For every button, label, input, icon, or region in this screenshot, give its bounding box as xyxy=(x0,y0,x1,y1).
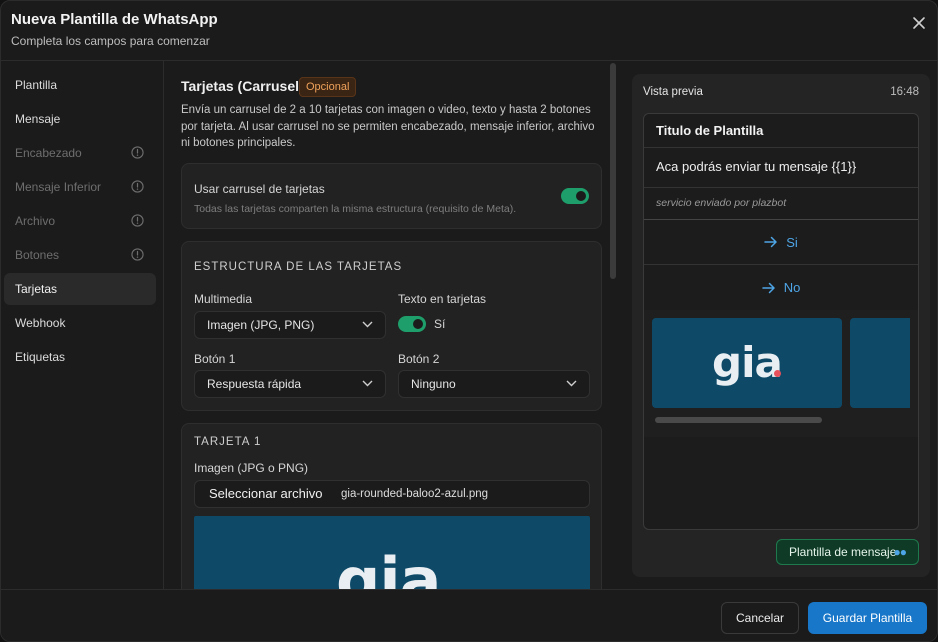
sidebar-item-encabezado[interactable]: Encabezado xyxy=(4,137,156,169)
sidebar-item-archivo[interactable]: Archivo xyxy=(4,205,156,237)
sidebar-item-mensaje-inferior[interactable]: Mensaje Inferior xyxy=(4,171,156,203)
close-icon xyxy=(913,17,925,29)
main-scrollbar[interactable] xyxy=(610,63,616,279)
text-cards-value: Sí xyxy=(434,317,446,331)
media-label: Multimedia xyxy=(194,292,253,306)
preview-carousel-card: gia xyxy=(652,318,842,408)
sidebar-item-label: Archivo xyxy=(15,214,56,228)
button1-select[interactable]: Respuesta rápida xyxy=(194,370,386,398)
warning-icon xyxy=(131,180,144,193)
preview-carousel-scrollbar[interactable] xyxy=(655,417,822,423)
template-modal: Nueva Plantilla de WhatsApp Completa los… xyxy=(0,0,938,642)
sidebar-item-label: Etiquetas xyxy=(15,350,66,364)
warning-icon xyxy=(131,248,144,261)
selected-file-name: gia-rounded-baloo2-azul.png xyxy=(341,488,489,500)
carousel-toggle-card: Usar carrusel de tarjetas Todas las tarj… xyxy=(181,163,602,229)
card1-heading: TARJETA 1 xyxy=(194,436,262,448)
dots-icon: ●● xyxy=(893,545,907,559)
preview-footer: servicio enviado por plazbot xyxy=(656,197,787,209)
preview-template-title-row: Titulo de Plantilla xyxy=(644,114,918,148)
modal-footer: Cancelar Guardar Plantilla xyxy=(1,589,937,641)
arrow-right-icon xyxy=(764,236,777,248)
sidebar-item-tarjetas[interactable]: Tarjetas xyxy=(4,273,156,305)
preview-quick-reply-si[interactable]: Si xyxy=(644,220,918,265)
select-file-button[interactable]: Seleccionar archivo xyxy=(209,486,322,501)
sidebar-item-plantilla[interactable]: Plantilla xyxy=(4,69,156,101)
optional-badge: Opcional xyxy=(299,77,357,97)
sidebar-item-label: Mensaje xyxy=(15,112,61,126)
structure-heading: ESTRUCTURA DE LAS TARJETAS xyxy=(194,261,403,273)
sidebar-item-mensaje[interactable]: Mensaje xyxy=(4,103,156,135)
modal-subtitle: Completa los campos para comenzar xyxy=(11,34,210,48)
carousel-toggle-switch[interactable] xyxy=(561,188,589,204)
arrow-right-icon xyxy=(761,282,775,293)
main-content: Tarjetas (Carrusel) Opcional Envía un ca… xyxy=(165,61,617,589)
button1-label: Botón 1 xyxy=(194,352,236,366)
message-bubble: Titulo de Plantilla Aca podrás enviar tu… xyxy=(643,113,919,530)
card1-file-input[interactable]: Seleccionar archivo gia-rounded-baloo2-a… xyxy=(194,480,590,508)
preview-body: Aca podrás enviar tu mensaje {{1}} xyxy=(656,159,857,174)
card1-image-preview: gia xyxy=(194,516,590,589)
media-select-value: Imagen (JPG, PNG) xyxy=(207,318,315,332)
close-button[interactable] xyxy=(909,13,929,33)
save-template-button[interactable]: Guardar Plantilla xyxy=(808,602,927,634)
preview-panel: Vista previa 16:48 Titulo de Plantilla A… xyxy=(632,74,930,577)
preview-quick-reply-label: No xyxy=(783,280,801,295)
warning-icon xyxy=(131,146,144,159)
structure-card: ESTRUCTURA DE LAS TARJETAS Multimedia Im… xyxy=(181,241,602,411)
button2-select-value: Ninguno xyxy=(411,377,456,391)
carousel-toggle-label: Usar carrusel de tarjetas xyxy=(194,182,325,196)
preview-footer-row: servicio enviado por plazbot xyxy=(644,188,918,220)
sidebar-item-label: Tarjetas xyxy=(15,282,58,296)
template-tag-button[interactable]: Plantilla de mensaje ●● xyxy=(776,539,919,565)
card1-image-label: Imagen (JPG o PNG) xyxy=(194,461,309,475)
logo-dot xyxy=(774,370,781,377)
text-cards-label: Texto en tarjetas xyxy=(398,292,487,306)
sidebar-item-etiquetas[interactable]: Etiquetas xyxy=(4,341,156,373)
preview-quick-reply-label: Si xyxy=(786,234,798,250)
preview-template-title: Titulo de Plantilla xyxy=(656,123,764,138)
sidebar-item-webhook[interactable]: Webhook xyxy=(4,307,156,339)
text-cards-toggle[interactable] xyxy=(398,316,426,332)
button2-select[interactable]: Ninguno xyxy=(398,370,590,398)
template-tag-label: Plantilla de mensaje xyxy=(789,545,897,559)
card1-section: TARJETA 1 Imagen (JPG o PNG) Seleccionar… xyxy=(181,423,602,589)
sidebar-item-label: Encabezado xyxy=(15,146,82,160)
preview-carousel[interactable]: gia xyxy=(644,310,918,437)
section-description: Envía un carrusel de 2 a 10 tarjetas con… xyxy=(181,104,595,149)
modal-title: Nueva Plantilla de WhatsApp xyxy=(11,11,218,28)
carousel-toggle-hint: Todas las tarjetas comparten la misma es… xyxy=(194,203,517,215)
sidebar-item-botones[interactable]: Botones xyxy=(4,239,156,271)
preview-quick-reply-no[interactable]: No xyxy=(644,265,918,310)
modal-header: Nueva Plantilla de WhatsApp Completa los… xyxy=(1,1,937,61)
chevron-down-icon xyxy=(362,321,373,328)
sidebar-item-label: Botones xyxy=(15,248,60,262)
sidebar-item-label: Plantilla xyxy=(15,78,58,92)
preview-carousel-card-next xyxy=(850,318,910,408)
media-select[interactable]: Imagen (JPG, PNG) xyxy=(194,311,386,339)
chevron-down-icon xyxy=(362,380,373,387)
sidebar: Plantilla Mensaje Encabezado Mensaje Inf… xyxy=(1,61,164,589)
warning-icon xyxy=(131,214,144,227)
button2-label: Botón 2 xyxy=(398,352,440,366)
preview-body-row: Aca podrás enviar tu mensaje {{1}} xyxy=(644,148,918,188)
preview-time: 16:48 xyxy=(890,86,919,98)
sidebar-item-label: Mensaje Inferior xyxy=(15,180,102,194)
chevron-down-icon xyxy=(566,380,577,387)
sidebar-item-label: Webhook xyxy=(15,316,66,330)
cancel-button[interactable]: Cancelar xyxy=(721,602,799,634)
section-title: Tarjetas (Carrusel) xyxy=(181,78,304,94)
card1-preview-logo: gia xyxy=(336,544,441,589)
button1-select-value: Respuesta rápida xyxy=(207,377,302,391)
preview-title: Vista previa xyxy=(643,86,703,98)
preview-card-logo: gia xyxy=(712,338,783,387)
